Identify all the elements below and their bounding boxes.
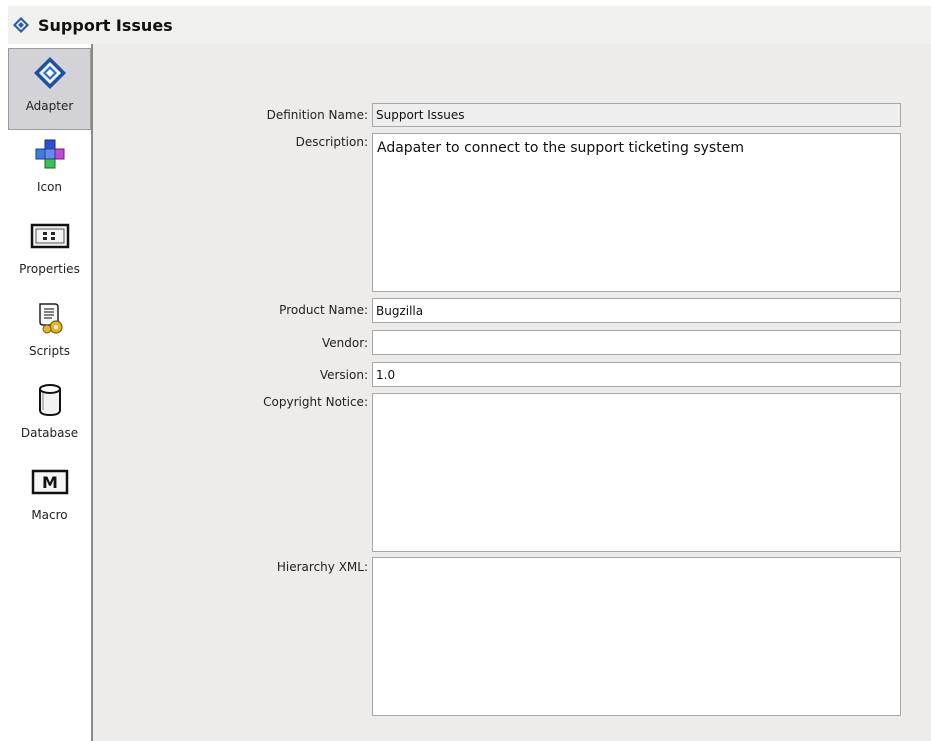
- hierarchy-xml-field[interactable]: [372, 557, 901, 716]
- product-name-label: Product Name:: [279, 303, 368, 317]
- sidebar-item-label: Adapter: [25, 99, 74, 113]
- database-cylinder-icon: [30, 380, 70, 420]
- sidebar-item-label: Icon: [36, 180, 63, 194]
- sidebar-item-macro[interactable]: M Macro: [8, 458, 91, 540]
- properties-grid-icon: [30, 216, 70, 256]
- puzzle-squares-icon: [30, 134, 70, 174]
- vendor-field[interactable]: [372, 330, 901, 355]
- sidebar-item-label: Database: [20, 426, 79, 440]
- sidebar-item-label: Macro: [31, 508, 68, 522]
- sidebar-item-scripts[interactable]: Scripts: [8, 294, 91, 376]
- description-field[interactable]: Adapater to connect to the support ticke…: [372, 133, 901, 292]
- macro-m-icon: M: [30, 462, 70, 502]
- adapter-diamond-icon: [30, 53, 70, 93]
- sidebar-item-database[interactable]: Database: [8, 376, 91, 458]
- hierarchy-xml-label: Hierarchy XML:: [276, 560, 368, 574]
- copyright-notice-label: Copyright Notice:: [263, 395, 368, 409]
- sidebar-item-properties[interactable]: Properties: [8, 212, 91, 294]
- sidebar-item-label: Scripts: [28, 344, 71, 358]
- sidebar-item-adapter[interactable]: Adapter: [8, 48, 91, 130]
- adapter-editor-window: Support Issues Adapter Icon Properties S…: [0, 0, 931, 741]
- category-sidebar: Adapter Icon Properties Scripts Database…: [8, 44, 93, 741]
- definition-name-field[interactable]: [372, 103, 901, 127]
- adapter-properties-panel: Definition Name: Description: Adapater t…: [93, 44, 931, 741]
- script-scroll-icon: [30, 298, 70, 338]
- title-bar: Support Issues: [8, 6, 931, 44]
- svg-text:M: M: [42, 473, 58, 492]
- version-label: Version:: [319, 368, 368, 382]
- product-name-field[interactable]: [372, 298, 901, 323]
- sidebar-item-label: Properties: [19, 262, 80, 276]
- description-label: Description:: [295, 135, 368, 149]
- adapter-diamond-icon: [10, 14, 32, 36]
- definition-name-label: Definition Name:: [266, 108, 368, 122]
- vendor-label: Vendor:: [322, 336, 368, 350]
- version-field[interactable]: [372, 362, 901, 387]
- window-title: Support Issues: [38, 15, 173, 35]
- sidebar-item-icon[interactable]: Icon: [8, 130, 91, 212]
- copyright-notice-field[interactable]: [372, 393, 901, 552]
